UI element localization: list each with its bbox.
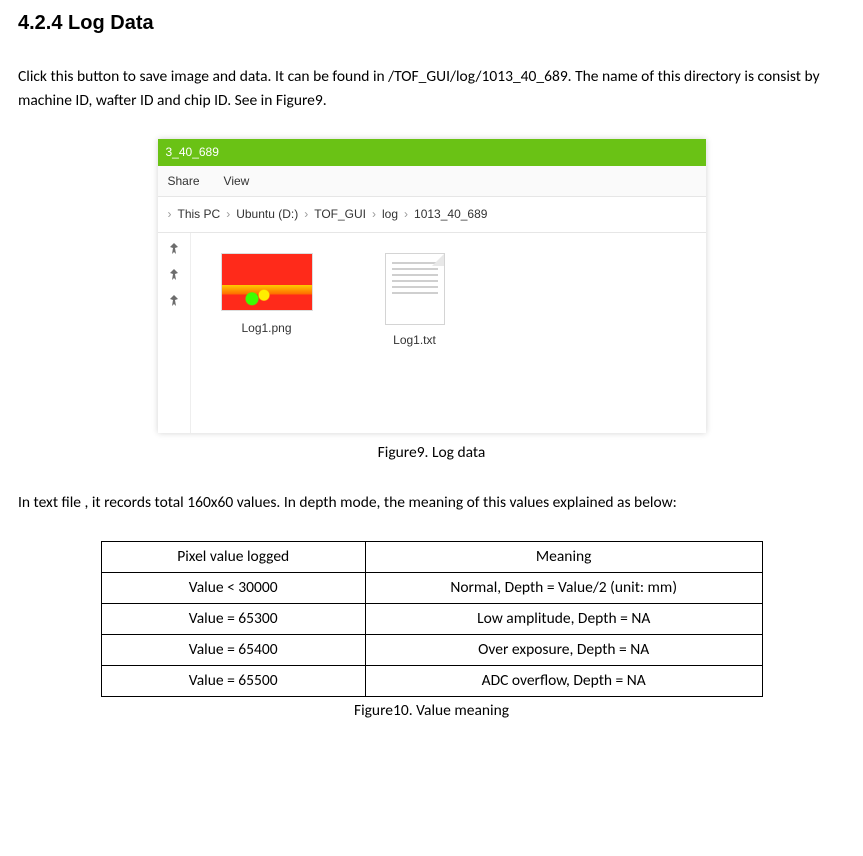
chevron-right-icon: › [226,205,230,224]
table-row: Value = 65400 Over exposure, Depth = NA [101,634,762,665]
path-segment[interactable]: TOF_GUI [314,205,366,224]
folder-content: Log1.png Log1.txt [191,233,706,433]
figure9-caption: Figure9. Log data [18,441,845,465]
window-title: 3_40_689 [158,139,706,166]
section-heading: 4.2.4 Log Data [18,8,845,39]
path-segment[interactable]: This PC [178,205,221,224]
file-item-txt[interactable]: Log1.txt [365,253,465,350]
file-label: Log1.png [217,319,317,338]
value-meaning-table: Pixel value logged Meaning Value < 30000… [101,541,763,697]
chevron-right-icon: › [168,205,172,224]
path-segment[interactable]: log [382,205,398,224]
file-item-png[interactable]: Log1.png [217,253,317,338]
table-cell: Value < 30000 [101,572,365,603]
figure10-caption: Figure10. Value meaning [101,699,763,723]
intro-paragraph: Click this button to save image and data… [18,65,845,113]
pin-icon [168,243,180,255]
table-cell: Value = 65500 [101,665,365,696]
chevron-right-icon: › [404,205,408,224]
paragraph-2: In text file , it records total 160x60 v… [18,491,845,515]
table-row: Value < 30000 Normal, Depth = Value/2 (u… [101,572,762,603]
table-cell: Value = 65300 [101,603,365,634]
pin-icon [168,295,180,307]
path-segment[interactable]: 1013_40_689 [414,205,487,224]
chevron-right-icon: › [304,205,308,224]
table-cell: Over exposure, Depth = NA [365,634,762,665]
pin-icon [168,269,180,281]
table-header: Meaning [365,541,762,572]
table-row: Value = 65500 ADC overflow, Depth = NA [101,665,762,696]
table-row: Pixel value logged Meaning [101,541,762,572]
address-bar[interactable]: › This PC › Ubuntu (D:) › TOF_GUI › log … [158,197,706,233]
file-label: Log1.txt [365,331,465,350]
table-cell: Normal, Depth = Value/2 (unit: mm) [365,572,762,603]
table-header: Pixel value logged [101,541,365,572]
figure10: Pixel value logged Meaning Value < 30000… [101,541,763,723]
table-cell: Value = 65400 [101,634,365,665]
tab-share[interactable]: Share [168,172,200,191]
table-cell: Low amplitude, Depth = NA [365,603,762,634]
text-file-icon [385,253,445,325]
chevron-right-icon: › [372,205,376,224]
tab-view[interactable]: View [224,172,250,191]
table-row: Value = 65300 Low amplitude, Depth = NA [101,603,762,634]
image-thumbnail-icon [221,253,313,311]
path-segment[interactable]: Ubuntu (D:) [236,205,298,224]
table-cell: ADC overflow, Depth = NA [365,665,762,696]
ribbon-tabs: Share View [158,166,706,198]
file-explorer-window: 3_40_689 Share View › This PC › Ubuntu (… [158,139,706,433]
quick-access-sidebar [158,233,191,433]
figure9: 3_40_689 Share View › This PC › Ubuntu (… [18,139,845,465]
